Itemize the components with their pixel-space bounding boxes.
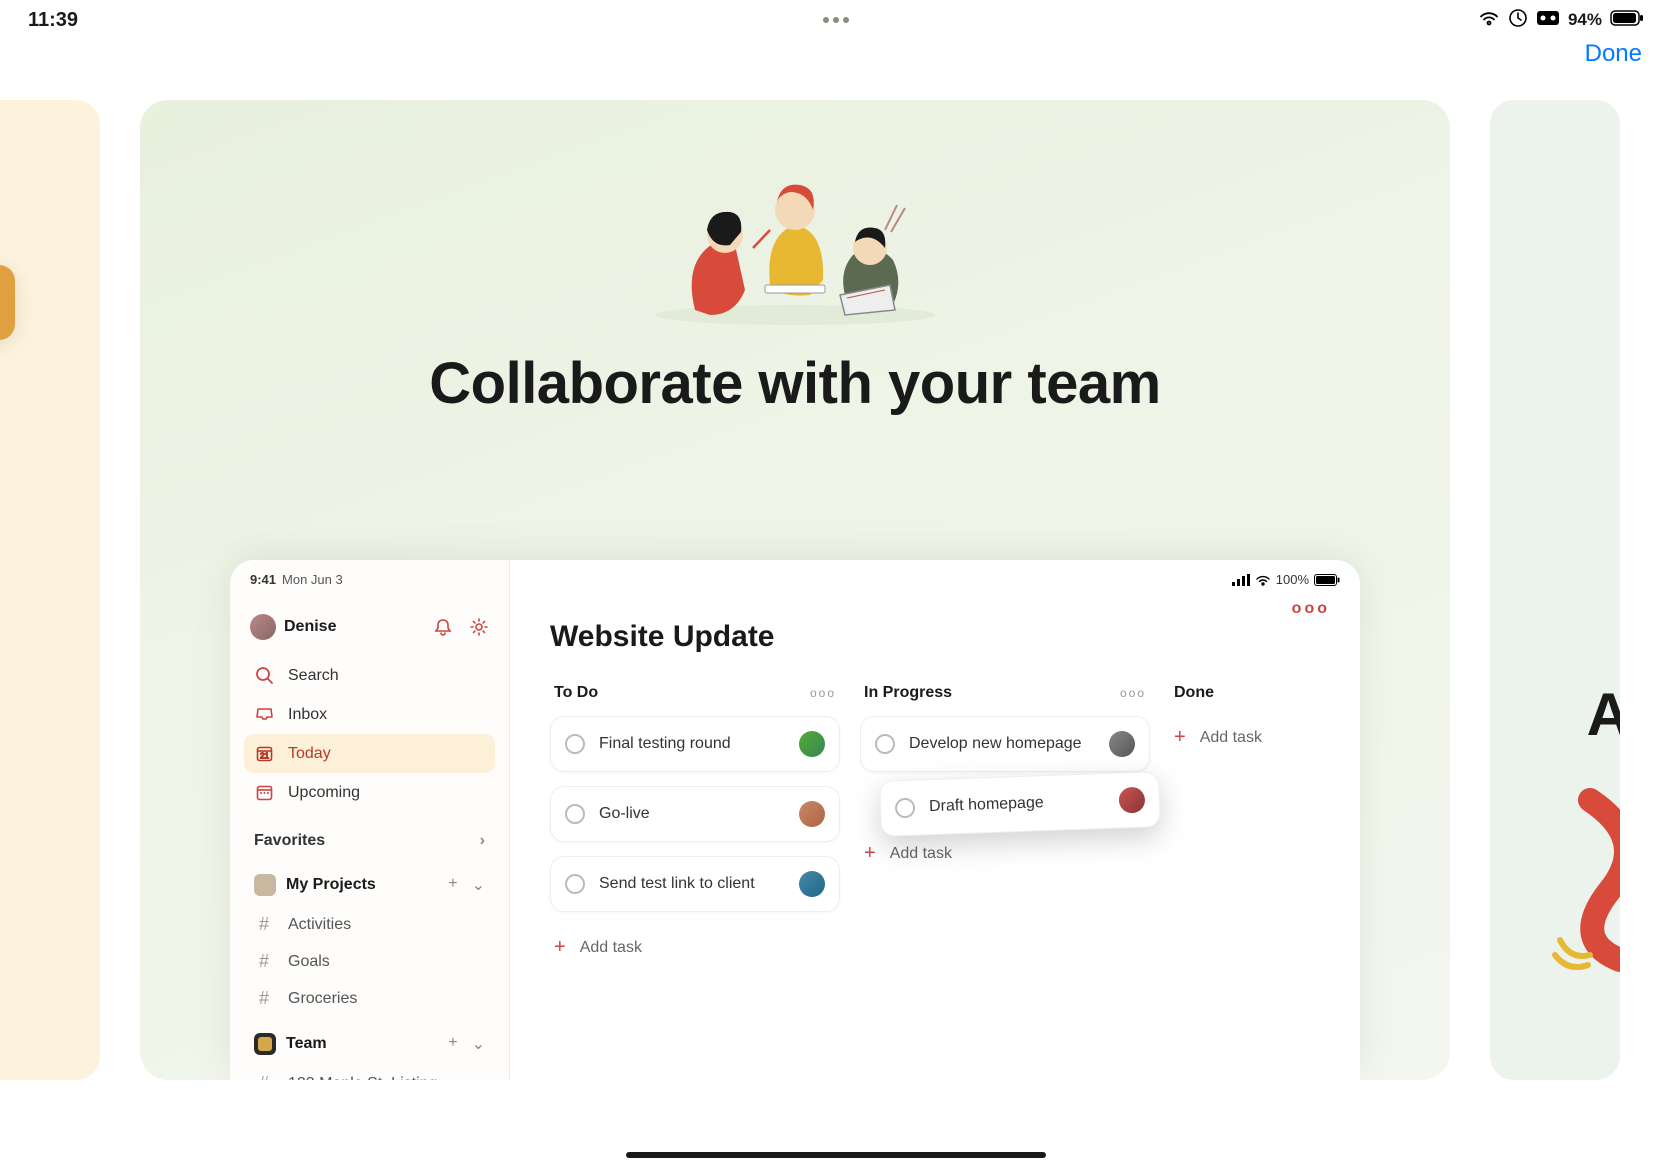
svg-text:21: 21: [260, 752, 269, 761]
orientation-lock-icon: [1508, 8, 1528, 33]
carousel-next-card[interactable]: A: [1490, 100, 1620, 1080]
wifi-icon: [1478, 10, 1500, 31]
search-icon: [254, 666, 274, 685]
board-column-todo: To Do ooo Final testing round Go-live: [550, 684, 840, 969]
task-title: Draft homepage: [929, 792, 1106, 816]
board-column-inprogress: In Progress ooo Develop new homepage Dra…: [860, 684, 1150, 969]
assignee-avatar: [1118, 787, 1145, 814]
task-checkbox[interactable]: [565, 874, 585, 894]
sidebar-project-item[interactable]: #123 Maple St. Listing: [244, 1065, 495, 1080]
add-task-button[interactable]: + Add task: [550, 926, 840, 969]
assignee-avatar: [799, 801, 825, 827]
board-column-done: Done + Add task: [1170, 684, 1290, 969]
hash-icon: #: [254, 914, 274, 935]
hash-icon: #: [254, 988, 274, 1009]
task-card-dragging[interactable]: Draft homepage: [879, 771, 1161, 837]
sidebar-user[interactable]: Denise: [244, 610, 495, 644]
user-avatar: [250, 614, 276, 640]
app-mockup: 9:41 Mon Jun 3 100% Denise: [230, 560, 1360, 1080]
notification-icon[interactable]: [433, 617, 453, 637]
chevron-right-icon: ›: [480, 832, 485, 850]
inbox-icon: [254, 705, 274, 724]
column-title: To Do: [554, 684, 598, 702]
sidebar-project-item[interactable]: #Groceries: [244, 980, 495, 1017]
task-card[interactable]: Develop new homepage: [860, 716, 1150, 772]
sidebar-team-heading[interactable]: Team + ⌄: [244, 1023, 495, 1065]
column-more-icon[interactable]: ooo: [810, 686, 836, 700]
today-icon: 21: [254, 744, 274, 763]
hash-icon: #: [254, 951, 274, 972]
mock-time: 9:41: [250, 572, 276, 587]
add-task-button[interactable]: + Add task: [860, 832, 1150, 875]
sidebar-item-label: Upcoming: [288, 784, 360, 802]
battery-percent: 94%: [1568, 10, 1602, 30]
done-button[interactable]: Done: [1585, 40, 1642, 67]
carousel-prev-card[interactable]: [0, 100, 100, 1080]
plus-icon: +: [1174, 726, 1186, 749]
settings-icon[interactable]: [469, 617, 489, 637]
sidebar-favorites-heading[interactable]: Favorites ›: [244, 812, 495, 858]
add-task-button[interactable]: + Add task: [1170, 716, 1290, 759]
task-card[interactable]: Go-live: [550, 786, 840, 842]
sidebar-project-item[interactable]: #Activities: [244, 906, 495, 943]
mock-date: Mon Jun 3: [282, 572, 343, 587]
board-more-icon[interactable]: ooo: [1292, 600, 1330, 618]
sidebar-project-item[interactable]: #Goals: [244, 943, 495, 980]
sidebar-item-label: Today: [288, 745, 331, 763]
column-more-icon[interactable]: ooo: [1120, 686, 1146, 700]
team-illustration: [635, 130, 955, 335]
chevron-down-icon[interactable]: ⌄: [472, 1034, 485, 1054]
assignee-avatar: [799, 871, 825, 897]
hash-icon: #: [254, 1073, 274, 1080]
task-card[interactable]: Send test link to client: [550, 856, 840, 912]
task-checkbox[interactable]: [895, 798, 916, 819]
home-indicator[interactable]: [626, 1152, 1046, 1158]
multitask-dots[interactable]: [823, 17, 849, 23]
plus-icon: +: [864, 842, 876, 865]
add-project-icon[interactable]: +: [448, 875, 457, 895]
assignee-avatar: [1109, 731, 1135, 757]
task-title: Send test link to client: [599, 875, 785, 893]
dnd-icon: [1536, 10, 1560, 31]
battery-icon: [1610, 10, 1644, 31]
projects-avatar: [254, 874, 276, 896]
status-time: 11:39: [28, 9, 78, 32]
task-title: Final testing round: [599, 735, 785, 753]
sidebar-item-inbox[interactable]: Inbox: [244, 695, 495, 734]
sidebar-my-projects-heading[interactable]: My Projects + ⌄: [244, 864, 495, 906]
task-checkbox[interactable]: [875, 734, 895, 754]
mock-main: ooo Website Update To Do ooo Final testi…: [510, 560, 1360, 1080]
column-title: Done: [1174, 684, 1214, 702]
task-title: Go-live: [599, 805, 785, 823]
swirl-illustration: [1510, 780, 1620, 980]
task-title: Develop new homepage: [909, 735, 1095, 753]
next-card-title-peek: A: [1587, 680, 1620, 749]
task-card[interactable]: Final testing round: [550, 716, 840, 772]
hero-title: Collaborate with your team: [140, 350, 1450, 417]
task-checkbox[interactable]: [565, 804, 585, 824]
sidebar-item-upcoming[interactable]: Upcoming: [244, 773, 495, 812]
assignee-avatar: [799, 731, 825, 757]
sidebar-item-label: Inbox: [288, 706, 327, 724]
plus-icon: +: [554, 936, 566, 959]
team-avatar: [254, 1033, 276, 1055]
sidebar-item-search[interactable]: Search: [244, 656, 495, 695]
task-checkbox[interactable]: [565, 734, 585, 754]
chevron-down-icon[interactable]: ⌄: [472, 875, 485, 895]
column-title: In Progress: [864, 684, 952, 702]
user-name: Denise: [284, 618, 336, 636]
ipad-status-bar: 11:39 94%: [0, 0, 1672, 40]
mock-sidebar: Denise Search Inbox 21 Tod: [230, 560, 510, 1080]
sidebar-item-label: Search: [288, 667, 339, 685]
upcoming-icon: [254, 783, 274, 802]
onboarding-card: Collaborate with your team 9:41 Mon Jun …: [140, 100, 1450, 1080]
board-title: Website Update: [550, 620, 1360, 654]
app-icon: [0, 265, 15, 340]
add-team-project-icon[interactable]: +: [448, 1034, 457, 1054]
sidebar-item-today[interactable]: 21 Today: [244, 734, 495, 773]
